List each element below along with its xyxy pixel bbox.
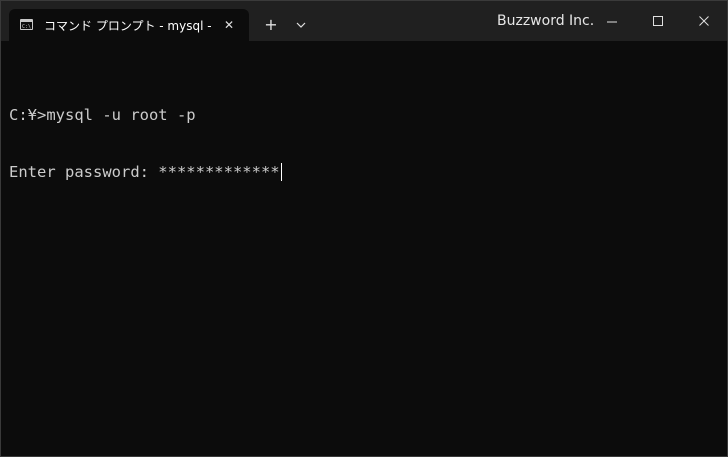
close-icon (699, 16, 709, 26)
svg-text:C:\: C:\ (22, 24, 31, 29)
maximize-button[interactable] (635, 1, 681, 41)
password-prompt: Enter password: ************* (9, 163, 280, 181)
minimize-icon (607, 21, 617, 23)
tab-command-prompt[interactable]: C:\ コマンド プロンプト - mysql -u root -p ✕ (9, 9, 249, 41)
console-output[interactable]: C:¥>mysql -u root -p Enter password: ***… (9, 68, 719, 448)
chevron-down-icon[interactable] (289, 13, 313, 37)
terminal-window: C:\ コマンド プロンプト - mysql -u root -p ✕ + Bu… (0, 0, 728, 457)
minimize-button[interactable] (589, 1, 635, 41)
console-line-password: Enter password: ************* (9, 163, 719, 182)
plus-icon[interactable]: + (259, 13, 283, 37)
text-cursor (280, 163, 282, 181)
brand-label: Buzzword Inc. (497, 13, 595, 29)
maximize-icon (653, 16, 663, 26)
close-icon[interactable]: ✕ (221, 17, 237, 33)
command-prompt-icon: C:\ (20, 19, 33, 30)
close-window-button[interactable] (681, 1, 727, 41)
tab-title: コマンド プロンプト - mysql -u root -p (44, 19, 212, 33)
title-bar: C:\ コマンド プロンプト - mysql -u root -p ✕ + Bu… (1, 1, 727, 41)
console-line-command: C:¥>mysql -u root -p (9, 106, 196, 124)
